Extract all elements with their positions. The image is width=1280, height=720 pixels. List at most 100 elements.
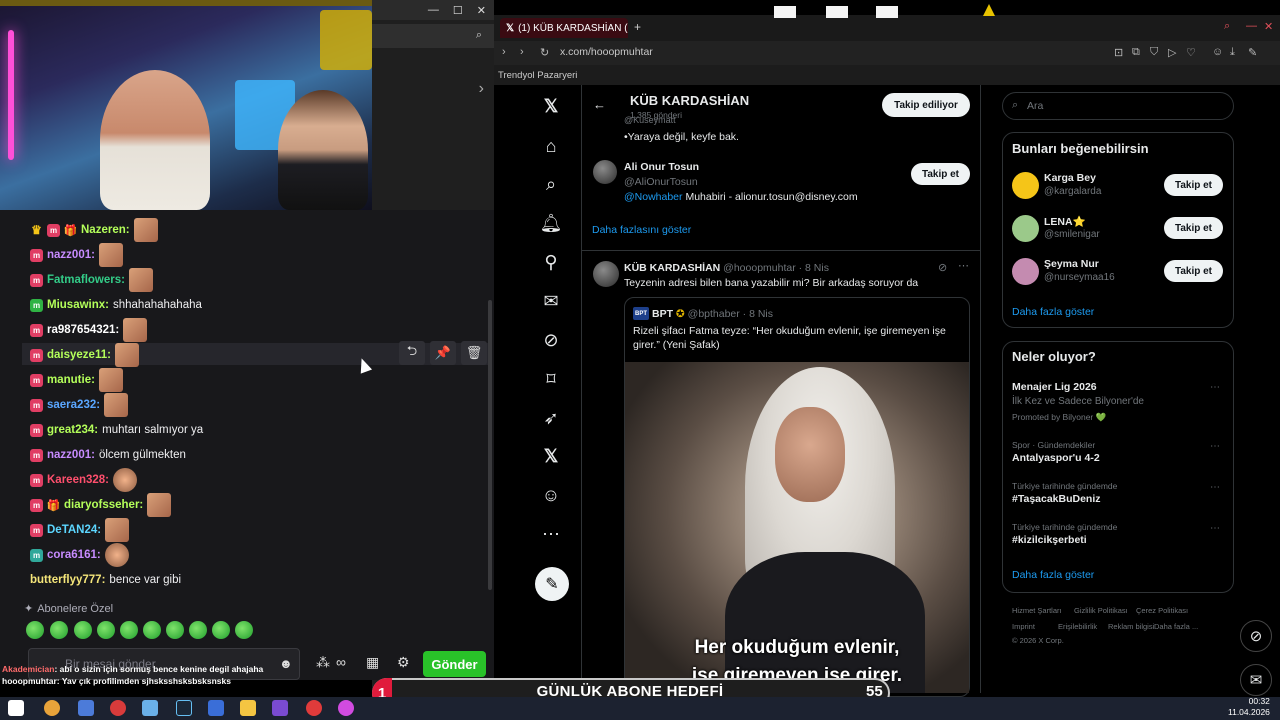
emote-7[interactable] (166, 621, 184, 639)
subscriber-badge[interactable]: m (30, 398, 43, 412)
grok-post-icon[interactable]: ⊘ (938, 261, 947, 274)
suggestion-name[interactable]: Şeyma Nur (1044, 258, 1099, 270)
quote-author-name[interactable]: BPT (652, 308, 673, 320)
desktop-file-icon[interactable] (774, 6, 796, 18)
grok-icon[interactable]: ⊘ (538, 327, 564, 353)
premium-x-icon[interactable]: 𝕏 (538, 443, 564, 469)
more-icon[interactable]: ⋯ (538, 521, 564, 547)
screenshot-icon[interactable]: ⧉ (1132, 46, 1140, 59)
new-tab-icon[interactable]: + (634, 20, 641, 34)
trend-more-icon[interactable]: ⋯ (1210, 382, 1221, 393)
chat-message[interactable]: m nazz001: (30, 243, 123, 267)
grok-float-icon[interactable]: ⊘ (1240, 620, 1272, 652)
close-button[interactable]: ✕ (477, 4, 486, 17)
chat-username[interactable]: Fatmaflowers: (47, 274, 125, 286)
app-icon[interactable] (272, 700, 288, 716)
gift-badge[interactable]: 🎁 (64, 224, 78, 237)
following-button[interactable]: Takip ediliyor (882, 93, 970, 117)
suggest-name[interactable]: Ali Onur Tosun (624, 161, 699, 173)
subscriber-badge[interactable]: m (30, 498, 43, 512)
app-icon[interactable] (44, 700, 60, 716)
bookmark-icon[interactable]: ⊡ (1114, 46, 1123, 59)
reload-icon[interactable]: ↻ (540, 46, 549, 59)
folder-icon[interactable] (240, 700, 256, 716)
download-icon[interactable]: ⤓ (1230, 46, 1235, 59)
footer-link[interactable]: Daha fazla ... (1154, 622, 1198, 631)
app-icon[interactable] (208, 700, 224, 716)
trend-topic[interactable]: #TaşacakBuDeniz (1012, 493, 1101, 505)
store-icon[interactable]: ▦ (366, 654, 379, 671)
chat-username[interactable]: butterflyy777: (30, 574, 105, 586)
app-icon[interactable] (142, 700, 158, 716)
emote-6[interactable] (143, 621, 161, 639)
account-icon[interactable]: ☺ (1212, 46, 1223, 58)
search-icon[interactable]: ⌕ (538, 171, 564, 197)
emoji-icon[interactable]: ☻ (279, 656, 293, 671)
subscriber-badge[interactable]: m (30, 423, 43, 437)
send-button[interactable]: Gönder (423, 651, 486, 677)
chat-message[interactable]: m Miusawinx: shhahahahahaha (30, 294, 202, 316)
emote-4[interactable] (97, 621, 115, 639)
back-icon[interactable]: › (502, 46, 506, 58)
chat-message[interactable]: m manutie: (30, 368, 123, 392)
chat-message[interactable]: m Fatmaflowers: (30, 268, 153, 292)
compose-post-button[interactable]: ✎ (535, 567, 569, 601)
users-icon[interactable]: ⁂ (316, 654, 330, 671)
chevron-right-icon[interactable]: › (479, 80, 484, 98)
avatar[interactable] (593, 160, 617, 184)
bookmark-trendyol[interactable]: Trendyol Pazaryeri (498, 70, 577, 81)
green-badge[interactable]: m (30, 298, 43, 312)
chat-message[interactable]: m 🎁 diaryofsseher: (30, 493, 172, 517)
chat-scrollbar[interactable] (488, 300, 492, 590)
follow-icon[interactable]: ⚲ (538, 249, 564, 275)
more-options-icon[interactable]: ⋯ (958, 259, 969, 272)
footer-link[interactable]: Hizmet Şartları (1012, 606, 1062, 615)
gear-icon[interactable]: ⚙ (397, 654, 410, 671)
chat-username[interactable]: saera232: (47, 399, 100, 411)
emote-5[interactable] (120, 621, 138, 639)
chat-message[interactable]: butterflyy777: bence var gibi (30, 569, 181, 591)
chat-username[interactable]: ra987654321: (47, 324, 119, 336)
chat-username[interactable]: manutie: (47, 374, 95, 386)
footer-link[interactable]: Erişilebilirlik (1058, 622, 1097, 631)
follow-button[interactable]: Takip et (1164, 217, 1223, 239)
chat-message[interactable]: m great234: muhtarı salmıyor ya (30, 419, 203, 441)
chat-username[interactable]: Miusawinx: (47, 299, 109, 311)
chat-message[interactable]: m saera232: (30, 393, 129, 417)
trend-topic[interactable]: Antalyaspor'u 4-2 (1012, 452, 1100, 464)
footer-link[interactable]: Çerez Politikası (1136, 606, 1188, 615)
app-icon[interactable] (78, 700, 94, 716)
notifications-icon[interactable]: 🔔︎ (538, 210, 564, 236)
chat-username[interactable]: diaryofsseher: (64, 499, 143, 511)
trend-more-icon[interactable]: ⋯ (1210, 523, 1221, 534)
gift-badge[interactable]: 🎁 (47, 499, 61, 512)
subscriber-badge[interactable]: m (30, 448, 43, 462)
back-arrow-icon[interactable]: ← (593, 97, 606, 112)
subscriber-badge[interactable]: m (30, 523, 43, 537)
zoom-icon[interactable]: ⌕ (476, 29, 482, 42)
crown-icon[interactable]: ♛ (30, 223, 43, 237)
emote-9[interactable] (212, 621, 230, 639)
search-input[interactable]: Ara (1002, 92, 1234, 120)
messages-icon[interactable]: ✉ (538, 288, 564, 314)
follow-button[interactable]: Takip et (1164, 260, 1223, 282)
subscriber-badge[interactable]: m (30, 348, 43, 362)
suggestion-name[interactable]: Karga Bey (1044, 172, 1096, 184)
browser-minimize-icon[interactable]: — (1246, 20, 1257, 32)
chat-message[interactable]: m cora6161: (30, 543, 129, 567)
trend-more-icon[interactable]: ⋯ (1210, 482, 1221, 493)
bio-mention-link[interactable]: @Nowhaber (624, 191, 683, 203)
chat-message[interactable]: m daisyeze11: (30, 343, 139, 367)
post-author-name[interactable]: KÜB KARDASHİAN (624, 262, 720, 274)
chat-username[interactable]: DeTAN24: (47, 524, 101, 536)
trend-more-icon[interactable]: ⋯ (1210, 441, 1221, 452)
chat-username[interactable]: daisyeze11: (47, 349, 111, 361)
start-icon[interactable] (8, 700, 24, 716)
subscriber-badge[interactable]: m (30, 248, 43, 262)
app-icon[interactable] (338, 700, 354, 716)
show-more-link[interactable]: Daha fazlasını göster (592, 224, 691, 236)
minimize-button[interactable]: — (428, 4, 439, 16)
url-text[interactable]: x.com/hooopmuhtar (560, 46, 653, 58)
browser-close-icon[interactable]: ✕ (1264, 20, 1273, 33)
infinity-icon[interactable]: ∞ (336, 654, 346, 670)
